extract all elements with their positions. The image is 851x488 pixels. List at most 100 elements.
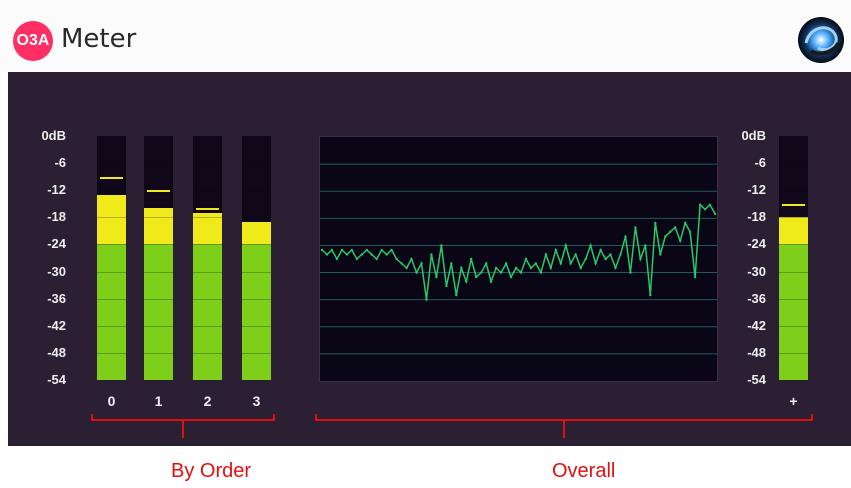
peak-hold-marker <box>147 190 170 193</box>
spectrum-point <box>589 244 592 247</box>
meter-channel-label: 2 <box>203 393 212 409</box>
scale-tick-label: -36 <box>47 290 66 306</box>
meter-segment-line <box>193 217 222 219</box>
spectrum-point <box>514 266 518 270</box>
spectrum-point <box>430 253 433 256</box>
spectrum-point <box>534 262 538 265</box>
spectrum-point <box>370 253 373 256</box>
scale-tick-label: -18 <box>747 209 766 225</box>
meter-segment-line <box>779 190 808 192</box>
spectrum-point <box>674 226 677 229</box>
scale-tick-label: 0dB <box>41 128 66 143</box>
meter-yellow-fill <box>97 194 126 245</box>
meter-channel-label: 1 <box>154 393 163 409</box>
spectrum-point <box>415 271 418 274</box>
spectrum-point <box>634 226 637 229</box>
meter-segment-line <box>779 352 808 354</box>
meter-segment-line <box>242 298 271 300</box>
spectrum-point <box>480 271 483 274</box>
spectrum-point <box>475 275 478 279</box>
spectrum-point <box>659 253 662 256</box>
spectrum-point <box>579 266 582 270</box>
meter-segment-line <box>779 298 808 300</box>
spectrum-point <box>549 266 552 270</box>
meter-channel-label: 3 <box>252 393 261 409</box>
scale-tick-label: -54 <box>747 372 766 387</box>
spectrum-point <box>420 262 423 265</box>
scale-tick-label: -30 <box>47 263 66 279</box>
spectrum-point <box>494 266 498 270</box>
meter-segment-line <box>144 271 173 273</box>
scale-tick-label: -48 <box>47 344 66 360</box>
spectrum-point <box>639 257 642 261</box>
app-title: Meter <box>61 24 137 54</box>
level-meter <box>144 136 173 380</box>
scale-tick-label: -12 <box>747 182 766 198</box>
spectrum-point <box>380 248 383 252</box>
spectrum-point <box>390 248 393 252</box>
spectrum-point <box>435 275 438 279</box>
spectrum-point <box>649 293 652 297</box>
meter-segment-line <box>97 244 126 246</box>
spectrum-point <box>340 248 344 252</box>
meter-segment-line <box>97 190 126 192</box>
meter-segment-line <box>144 217 173 219</box>
spectrum-point <box>410 257 413 261</box>
spectrum-point <box>569 262 572 265</box>
level-meter <box>779 136 808 380</box>
meter-segment-line <box>97 271 126 273</box>
meter-segment-line <box>97 217 126 219</box>
meter-segment-line <box>144 352 173 354</box>
meter-segment-line <box>193 352 222 354</box>
spectrum-point <box>489 280 493 283</box>
level-meter <box>97 136 126 380</box>
level-meter <box>193 136 222 380</box>
scale-tick-label: -54 <box>47 372 66 387</box>
spectrum-point <box>450 262 453 265</box>
spectrum-point <box>559 262 562 265</box>
meter-segment-line <box>144 244 173 246</box>
peak-hold-marker <box>100 176 123 179</box>
meter-green-fill <box>779 244 808 380</box>
meter-segment-line <box>779 325 808 327</box>
spectrum-point <box>445 284 448 288</box>
spectrum-point <box>400 262 403 265</box>
spectrum-point <box>629 271 632 274</box>
meter-segment-line <box>779 244 808 246</box>
spectrum-point <box>460 266 463 270</box>
spectrum-point <box>529 266 533 270</box>
spectrum-point <box>350 248 353 252</box>
spectrum-point <box>679 239 682 243</box>
spectrum-point <box>624 235 627 238</box>
meter-segment-line <box>779 271 808 273</box>
meter-yellow-fill <box>779 217 808 245</box>
scale-tick-label: -24 <box>47 236 66 252</box>
meter-segment-line <box>242 325 271 327</box>
spectrum-point <box>395 257 398 261</box>
spectrum-point <box>703 208 707 211</box>
spectrum-point <box>355 257 358 261</box>
meter-segment-line <box>193 271 222 273</box>
spectrum-point <box>544 253 548 256</box>
spectrum-point <box>519 271 523 274</box>
app-badge: O3A <box>13 21 53 61</box>
spectrum-point <box>604 257 607 261</box>
spectrum-point <box>524 257 528 261</box>
spectrum-point <box>684 221 687 225</box>
scale-tick-label: -30 <box>747 263 766 279</box>
spectrum-point <box>365 248 368 252</box>
spectrum-point <box>584 257 587 261</box>
spectrum-point <box>594 262 597 265</box>
spectrum-point <box>614 266 617 270</box>
level-meter <box>242 136 271 380</box>
spectrum-point <box>609 253 612 256</box>
scale-tick-label: -42 <box>747 317 766 333</box>
meter-segment-line <box>242 190 271 192</box>
spectrum-point <box>599 248 602 252</box>
meter-segment-line <box>144 163 173 165</box>
meter-green-fill <box>144 244 173 380</box>
meter-segment-line <box>193 190 222 192</box>
spectrum-point <box>669 230 672 234</box>
spectrum-point <box>564 244 567 247</box>
scale-tick-label: -12 <box>47 182 66 198</box>
